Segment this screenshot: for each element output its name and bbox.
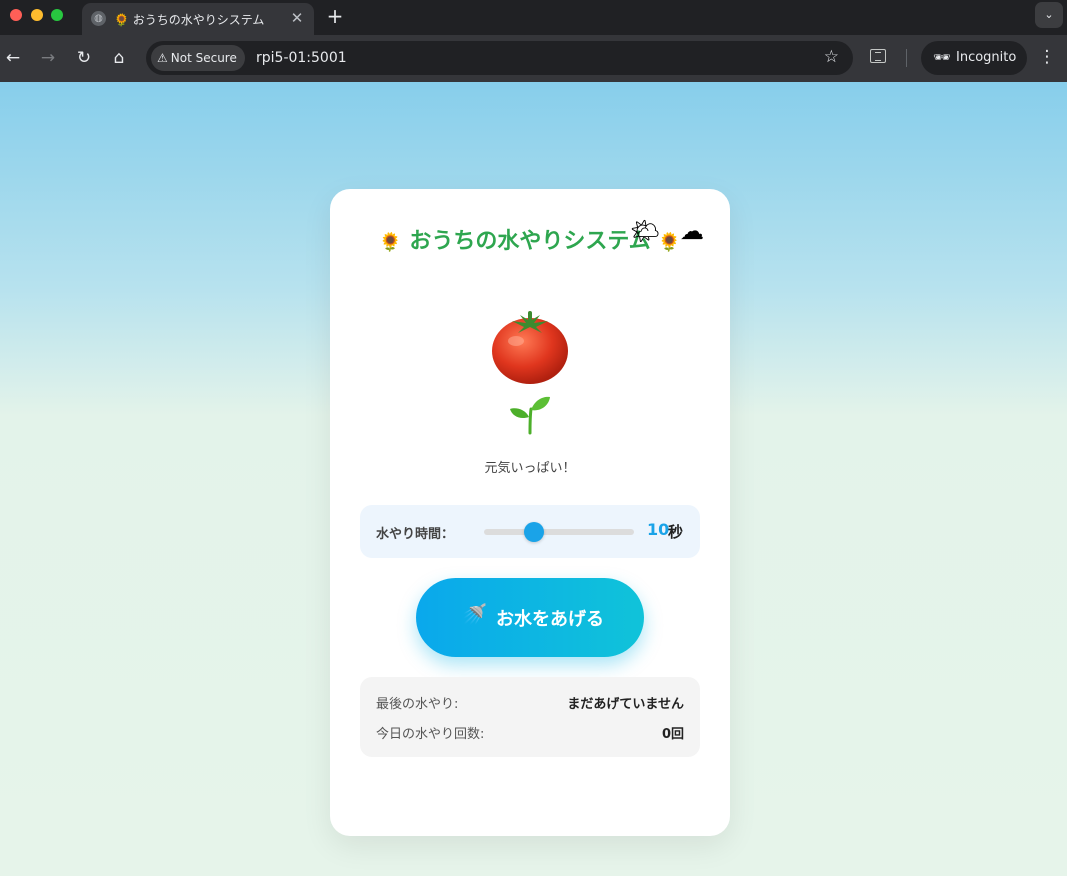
incognito-label: Incognito xyxy=(956,50,1017,65)
maximize-window-button[interactable] xyxy=(51,9,63,21)
toolbar-divider xyxy=(906,49,907,67)
page-title: 🌻 おうちの水やりシステム 🌻 xyxy=(330,223,730,255)
browser-toolbar: ← → ↻ ⌂ ⚠ Not Secure rpi5-01:5001 ☆ 🕶 Inc… xyxy=(0,35,1067,82)
active-tab[interactable]: ◍ 🌻 おうちの水やりシステム ✕ xyxy=(82,3,314,35)
back-arrow-icon[interactable]: ← xyxy=(2,47,24,69)
plant-status-text: 元気いっぱい！ xyxy=(484,461,576,476)
tomato-icon xyxy=(492,311,568,384)
url-text[interactable]: rpi5-01:5001 xyxy=(256,50,347,66)
duration-label: 水やり時間： xyxy=(376,527,455,542)
last-watering-value: まだあげていません xyxy=(567,697,684,712)
address-bar[interactable]: ⚠ Not Secure rpi5-01:5001 ☆ xyxy=(146,41,853,75)
globe-icon: ◍ xyxy=(91,11,106,26)
sunflower-icon-right: 🌻 xyxy=(658,232,681,253)
page-title-text: おうちの水やりシステム xyxy=(409,229,651,254)
today-count-label: 今日の水やり回数: xyxy=(376,727,485,742)
page-viewport: 🌻 おうちの水やりシステム 🌻 🌤 ☁ 元気いっぱい！ 水やり時間： 10 秒 … xyxy=(0,82,1067,876)
incognito-icon: 🕶 xyxy=(933,50,951,66)
home-icon[interactable]: ⌂ xyxy=(108,47,130,69)
today-count-value: 0回 xyxy=(661,727,684,742)
bookmark-star-icon[interactable]: ☆ xyxy=(824,47,839,67)
duration-slider-thumb[interactable] xyxy=(523,522,544,542)
forward-arrow-icon[interactable]: → xyxy=(37,47,59,69)
duration-slider-track[interactable] xyxy=(484,529,634,535)
last-watering-label: 最後の水やり: xyxy=(376,697,459,712)
duration-value: 10 xyxy=(647,520,670,539)
watering-stats: 最後の水やり: まだあげていません 今日の水やり回数: 0回 xyxy=(360,677,700,757)
new-tab-button[interactable]: + xyxy=(325,4,345,28)
reading-mode-icon[interactable] xyxy=(870,49,886,63)
more-menu-icon[interactable]: ⋮ xyxy=(1037,47,1057,67)
watering-duration-panel: 水やり時間： 10 秒 xyxy=(360,505,700,558)
watering-card: 🌻 おうちの水やりシステム 🌻 🌤 ☁ 元気いっぱい！ 水やり時間： 10 秒 … xyxy=(330,189,730,836)
reload-icon[interactable]: ↻ xyxy=(73,47,95,69)
duration-unit: 秒 xyxy=(668,523,684,541)
close-window-button[interactable] xyxy=(10,9,22,21)
tab-strip: ◍ 🌻 おうちの水やりシステム ✕ + ⌄ xyxy=(0,0,1067,35)
water-now-label: お水をあげる xyxy=(496,609,604,630)
sun-behind-cloud-icon: 🌤 xyxy=(630,217,661,245)
warning-icon: ⚠ xyxy=(157,51,168,65)
security-label: Not Secure xyxy=(170,51,237,65)
sunflower-icon: 🌻 xyxy=(379,232,402,253)
seedling-icon xyxy=(510,396,550,435)
tab-close-button[interactable]: ✕ xyxy=(288,9,306,27)
security-chip[interactable]: ⚠ Not Secure xyxy=(151,45,245,71)
incognito-chip[interactable]: 🕶 Incognito xyxy=(921,41,1027,75)
cloud-icon: ☁ xyxy=(680,217,704,245)
tab-title: 🌻 おうちの水やりシステム xyxy=(114,13,265,27)
tab-search-chevron-down-icon[interactable]: ⌄ xyxy=(1035,2,1063,28)
water-now-button[interactable]: 🚿 お水をあげる xyxy=(416,578,644,657)
shower-icon: 🚿 xyxy=(462,602,487,626)
minimize-window-button[interactable] xyxy=(31,9,43,21)
